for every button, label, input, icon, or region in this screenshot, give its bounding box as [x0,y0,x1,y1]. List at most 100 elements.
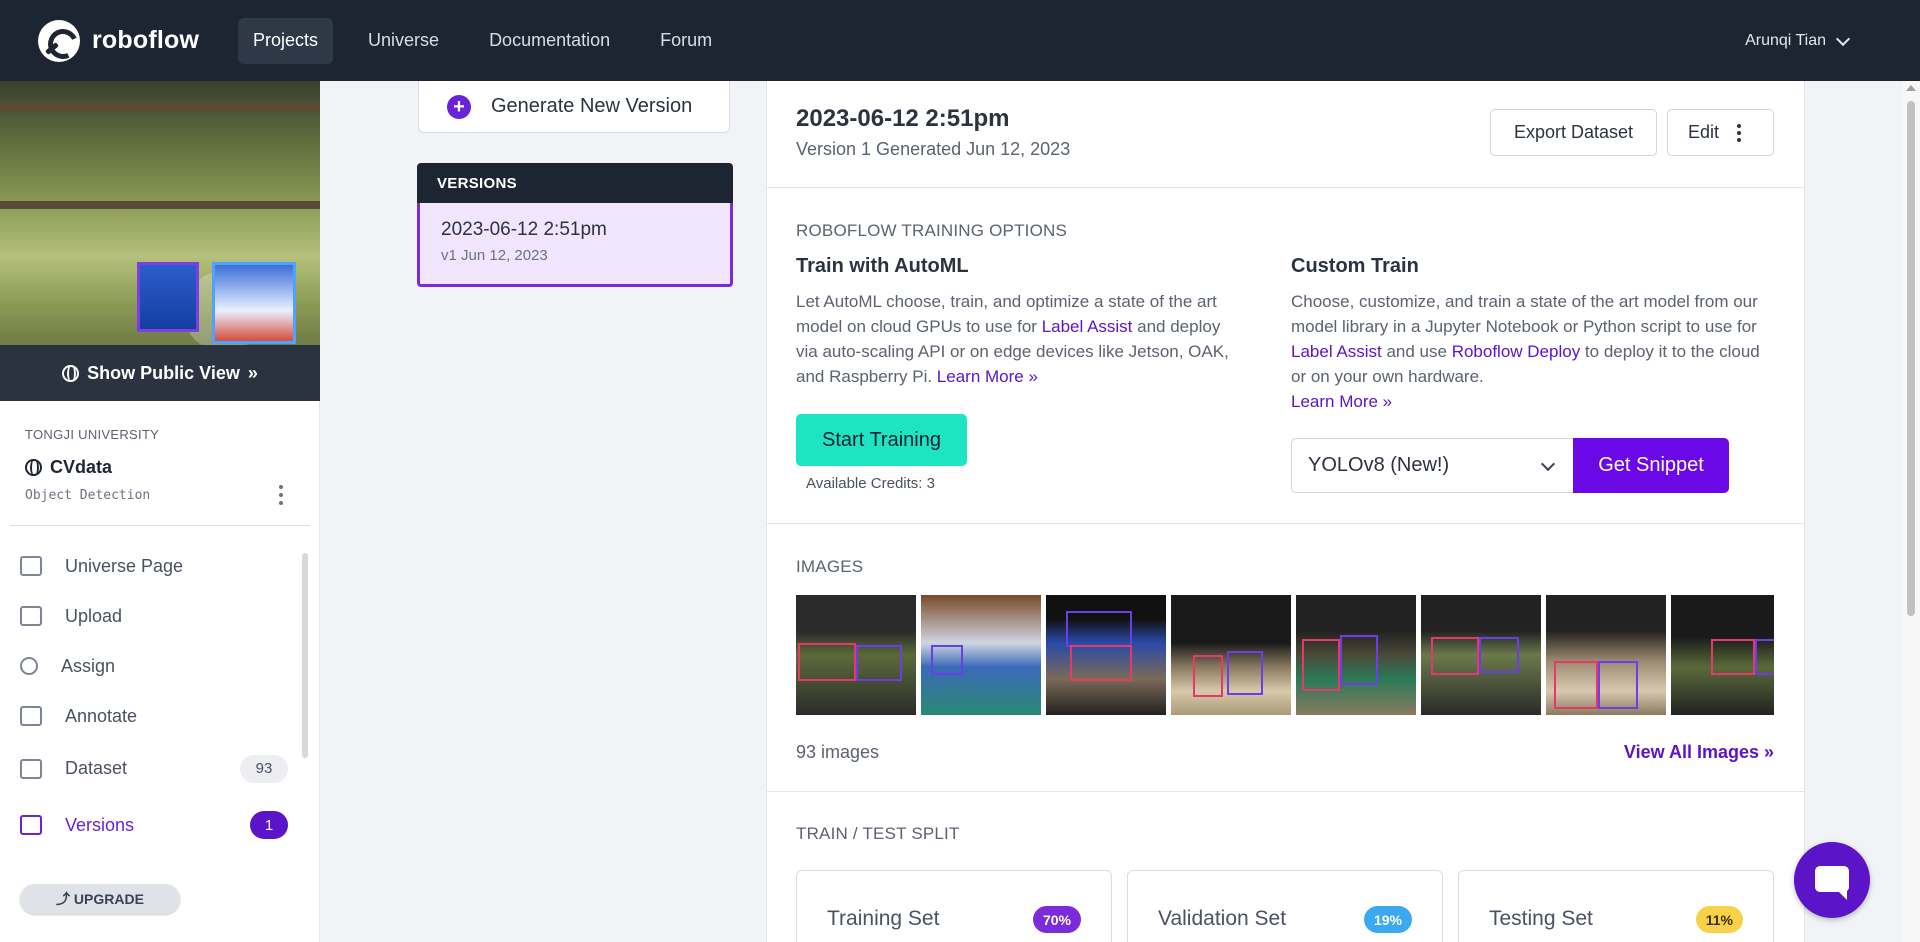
sidebar-item-assign[interactable]: Assign [20,641,296,691]
globe-icon [25,459,42,476]
training-set-card: Training Set 70% [796,870,1112,942]
page-scrollbar[interactable] [1902,81,1920,942]
versions-list: VERSIONS 2023-06-12 2:51pm v1 Jun 12, 20… [417,163,733,287]
custom-text: Choose, customize, and train a state of … [1291,292,1758,336]
roboflow-deploy-link[interactable]: Roboflow Deploy [1452,342,1581,361]
chevron-down-icon [1540,456,1556,472]
show-public-view-label: Show Public View [87,362,240,383]
split-percent-badge: 19% [1363,906,1412,933]
upload-icon [20,606,42,626]
sidebar-item-label: Assign [61,655,116,676]
image-count: 93 images [796,742,880,762]
chat-widget-button[interactable] [1794,842,1870,918]
project-name-label: CVdata [50,457,113,477]
sidebar-item-label: Annotate [65,705,138,726]
organization-name: TONGJI UNIVERSITY [25,427,160,442]
train-test-split-section: TRAIN / TEST SPLIT Training Set 70% Vali… [767,792,1804,942]
upgrade-button[interactable]: ⤴ UPGRADE [20,884,180,914]
sidebar-menu: Universe Page Upload Assign Annotate Dat… [20,541,296,854]
project-options-icon[interactable] [278,485,284,505]
chevron-down-icon [1835,31,1851,46]
globe-icon [62,364,80,382]
validation-set-card: Validation Set 19% [1127,870,1443,942]
sidebar-item-versions[interactable]: Versions 1 [20,796,296,854]
automl-learn-more-link[interactable]: Learn More » [937,367,1038,386]
get-snippet-button[interactable]: Get Snippet [1573,438,1729,493]
project-type: Object Detection [25,488,151,503]
project-name[interactable]: CVdata [25,457,112,478]
search-icon [20,657,38,675]
label-assist-link[interactable]: Label Assist [1291,342,1382,361]
label-assist-link[interactable]: Label Assist [1042,317,1133,336]
automl-description: Let AutoML choose, train, and optimize a… [796,289,1241,389]
split-label: TRAIN / TEST SPLIT [796,824,960,843]
sidebar-item-dataset[interactable]: Dataset 93 [20,741,296,796]
sidebar-item-annotate[interactable]: Annotate [20,691,296,741]
version-item-title: 2023-06-12 2:51pm [441,219,607,240]
images-label: IMAGES [796,557,864,576]
nav-link-universe[interactable]: Universe [353,18,454,64]
model-select[interactable]: YOLOv8 (New!) [1291,438,1574,493]
custom-text: and use [1381,342,1452,361]
edit-button[interactable]: Edit [1667,109,1774,156]
dataset-icon [20,758,42,779]
sidebar-scrollbar[interactable] [302,553,308,758]
split-name: Training Set [827,907,940,930]
image-thumbnail[interactable] [1296,595,1416,715]
version-item[interactable]: 2023-06-12 2:51pm v1 Jun 12, 2023 [417,203,733,287]
sidebar-item-label: Dataset [65,758,128,778]
split-percent-badge: 11% [1695,906,1743,933]
image-thumbnail[interactable] [1046,595,1166,715]
brand-name: roboflow [92,26,200,54]
image-thumbnail[interactable] [921,595,1041,715]
user-name: Arunqi Tian [1745,32,1826,49]
split-percent-badge: 70% [1032,906,1081,933]
export-dataset-button[interactable]: Export Dataset [1490,109,1657,156]
image-thumbnail[interactable] [1671,595,1774,715]
scrollbar-thumb[interactable] [1907,101,1915,616]
generate-new-version-button[interactable]: + Generate New Version [418,81,730,133]
more-vertical-icon [1737,123,1742,142]
generate-new-version-label: Generate New Version [491,95,693,117]
annotate-icon [20,706,42,726]
edit-label: Edit [1688,122,1720,142]
top-navbar: roboflow Projects Universe Documentation… [0,0,1920,81]
image-thumbnail[interactable] [1421,595,1541,715]
image-thumbnail[interactable] [1546,595,1666,715]
view-all-images-link[interactable]: View All Images » [1624,742,1774,763]
sidebar-item-upload[interactable]: Upload [20,591,296,641]
project-sidebar: Show Public View » TONGJI UNIVERSITY CVd… [0,81,320,942]
nav-link-documentation[interactable]: Documentation [474,18,625,64]
nav-links: Projects Universe Documentation Forum [238,17,747,64]
annotation-box [137,262,199,332]
nav-link-projects[interactable]: Projects [238,17,334,64]
training-options-label: ROBOFLOW TRAINING OPTIONS [796,221,1068,240]
version-header: 2023-06-12 2:51pm Version 1 Generated Ju… [767,81,1804,188]
nav-link-forum[interactable]: Forum [645,18,727,64]
version-generated: Version 1 Generated Jun 12, 2023 [796,139,1071,159]
user-menu[interactable]: Arunqi Tian [1745,31,1851,50]
version-title: 2023-06-12 2:51pm [796,105,1010,132]
start-training-button[interactable]: Start Training [796,414,967,466]
image-thumbnail[interactable] [1171,595,1291,715]
double-chevron-right-icon: » [247,362,258,383]
image-thumbnail[interactable] [796,595,916,715]
custom-learn-more-link[interactable]: Learn More » [1291,392,1392,411]
sidebar-item-label: Versions [65,814,135,835]
split-name: Testing Set [1489,907,1593,930]
chat-bubble-icon [1815,866,1849,900]
annotation-box [212,262,296,344]
shelf-decoration [0,201,320,209]
scroll-up-icon[interactable] [1906,85,1916,91]
available-credits: Available Credits: 3 [806,475,935,492]
page-icon [20,556,42,576]
version-item-subtitle: v1 Jun 12, 2023 [441,247,548,264]
show-public-view-button[interactable]: Show Public View » [0,345,320,401]
sidebar-item-universe-page[interactable]: Universe Page [20,541,296,591]
divider [10,525,310,526]
custom-train-description: Choose, customize, and train a state of … [1291,289,1771,414]
model-select-value: YOLOv8 (New!) [1308,454,1450,476]
training-options-section: ROBOFLOW TRAINING OPTIONS Train with Aut… [767,188,1804,524]
dataset-count-badge: 93 [240,754,288,783]
roboflow-logo[interactable]: roboflow [38,19,238,62]
